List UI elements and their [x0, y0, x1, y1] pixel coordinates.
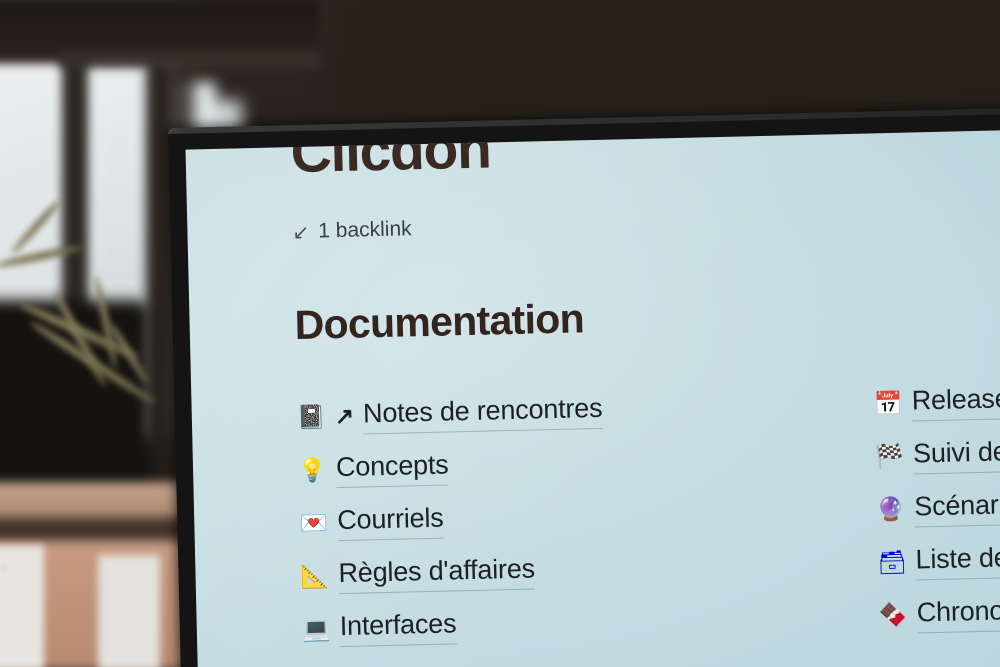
doc-link-liste-des[interactable]: 🗃 Liste des [877, 529, 1000, 590]
doc-link-label: Notes de rencontres [362, 392, 603, 434]
doc-link-label: Règles d'affaires [338, 552, 536, 594]
doc-link-scenarios[interactable]: 🔮 Scénarios [876, 476, 1000, 537]
backlink-count-label: 1 backlink [317, 217, 412, 243]
section-heading-documentation: Documentation [294, 295, 585, 349]
note-page: Clicdon ↙ 1 backlink Documentation 📓 ↗ N… [290, 126, 1000, 656]
doc-link-label: Suivi des [912, 435, 1000, 475]
doc-link-label: Interfaces [339, 607, 457, 647]
shelf-surface [0, 482, 200, 522]
shelf-paper-left [0, 545, 44, 667]
laptop-icon: 💻 [301, 615, 331, 642]
love-letter-icon: 💌 [299, 509, 329, 537]
doc-link-label: Concepts [335, 448, 449, 488]
doc-link-label: Liste des [915, 541, 1000, 581]
monitor-screen: Clicdon ↙ 1 backlink Documentation 📓 ↗ N… [185, 126, 1000, 667]
window-rail [60, 52, 320, 68]
external-link-arrow-icon: ↗ [334, 402, 355, 430]
doc-link-label: Scénarios [913, 488, 1000, 528]
triangular-ruler-icon: 📐 [300, 562, 330, 589]
chocolate-bar-icon: 🍫 [878, 601, 908, 629]
documentation-left-column: 📓 ↗ Notes de rencontres 💡 Concepts 💌 Cou… [296, 377, 879, 656]
doc-link-suivi-des[interactable]: 🏁 Suivi des [874, 423, 1000, 484]
notebook-icon: 📓 [296, 403, 326, 431]
page-title: Clicdon [289, 126, 492, 186]
doc-link-releases[interactable]: 📅 Releases [873, 370, 1000, 431]
shelf-paper-right [98, 555, 160, 667]
documentation-right-column: 📅 Releases 🏁 Suivi des 🔮 Scénarios 🗃 Lis… [873, 370, 1000, 643]
photo-scene: ◦ Clicdon ↙ 1 backlink Documentation 📓 ↗ [0, 0, 1000, 667]
doc-link-label: Chronologie [916, 593, 1000, 633]
documentation-columns: 📓 ↗ Notes de rencontres 💡 Concepts 💌 Cou… [296, 370, 1000, 656]
doc-link-label: Releases [911, 382, 1000, 422]
shelf-paper-marking: ◦ [2, 562, 6, 574]
chequered-flag-icon: 🏁 [874, 442, 905, 470]
card-file-box-icon: 🗃 [877, 548, 908, 576]
monitor-bezel: Clicdon ↙ 1 backlink Documentation 📓 ↗ N… [168, 104, 1000, 667]
ceiling-shadow-deep [330, 0, 1000, 110]
backlink-row[interactable]: ↙ 1 backlink [292, 199, 1000, 244]
arrow-down-left-icon: ↙ [292, 221, 310, 245]
crystal-ball-icon: 🔮 [876, 495, 906, 523]
doc-link-label: Courriels [336, 502, 444, 541]
calendar-icon: 📅 [873, 389, 903, 417]
light-bulb-icon: 💡 [297, 456, 328, 484]
doc-link-chronologie[interactable]: 🍫 Chronologie [878, 582, 1000, 643]
